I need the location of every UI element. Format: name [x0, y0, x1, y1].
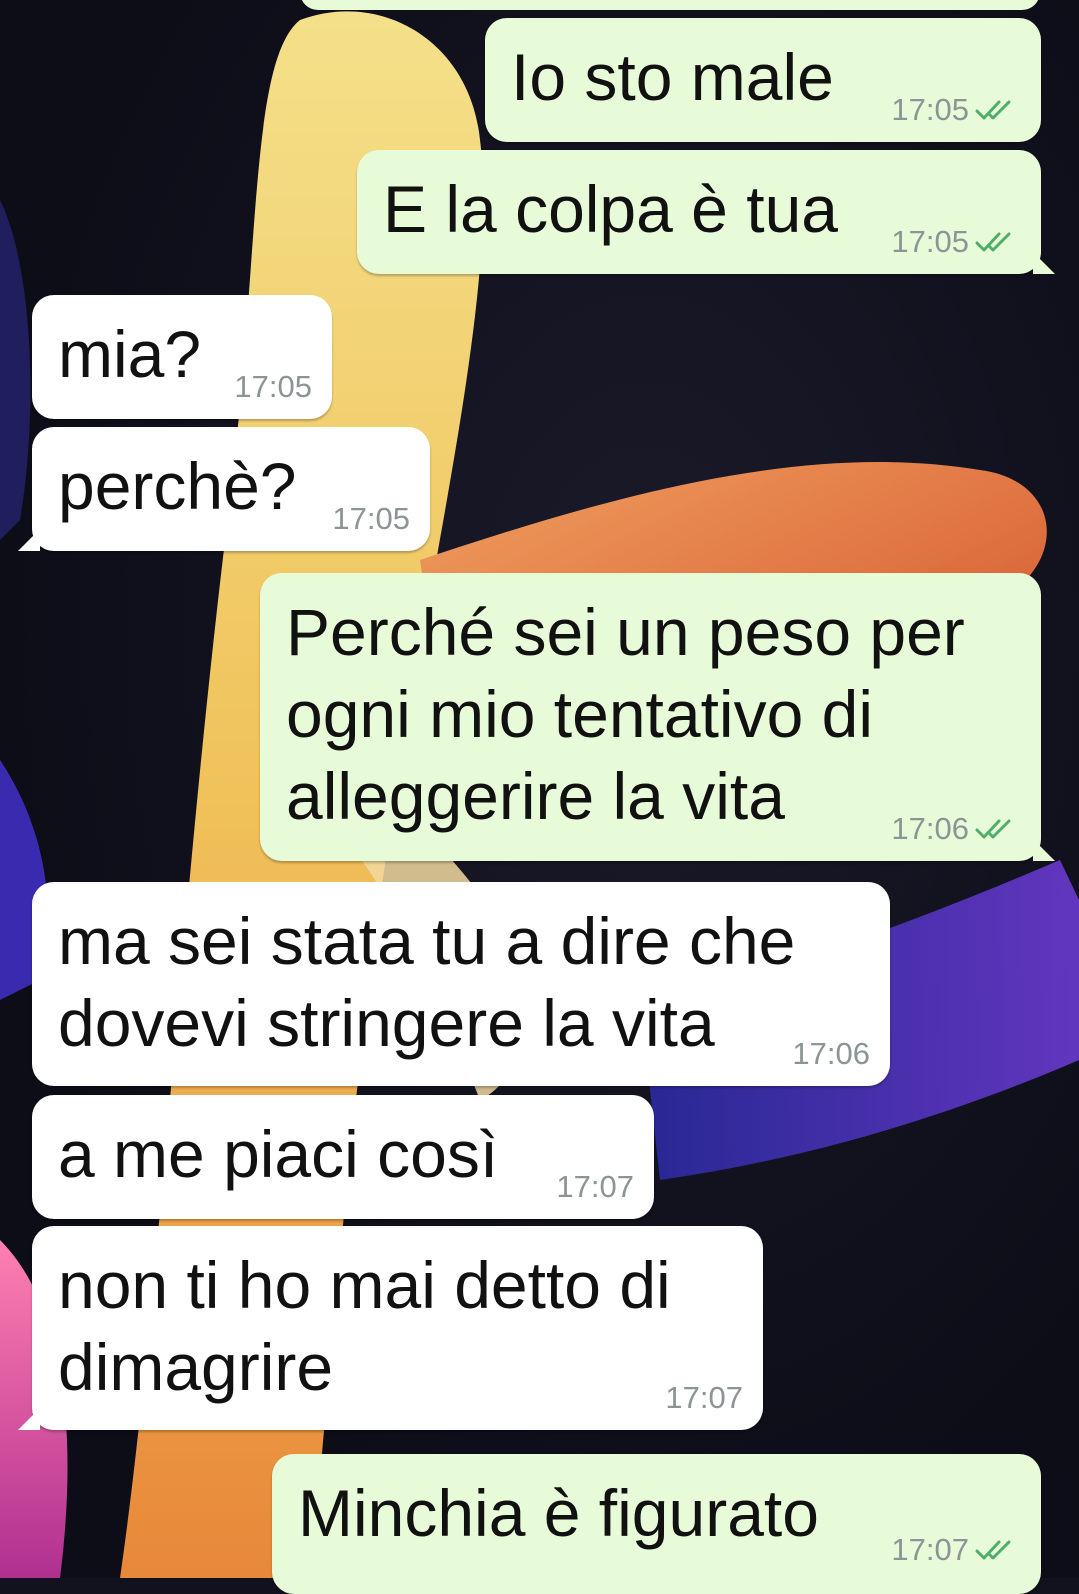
- message-text: Io sto male: [511, 40, 834, 114]
- message-text: E la colpa è tua: [383, 172, 838, 246]
- message-meta: 17:07: [556, 1169, 634, 1205]
- message-text: ma sei stata tu a dire che dovevi string…: [58, 904, 814, 1060]
- message-time: 17:06: [891, 811, 969, 846]
- double-check-icon: [975, 1540, 1011, 1560]
- double-check-icon: [975, 819, 1011, 839]
- message-text: non ti ho mai detto di dimagrire: [58, 1248, 690, 1404]
- message-text: mia?: [58, 317, 202, 391]
- message-time: 17:05: [234, 369, 312, 404]
- message-time: 17:06: [792, 1036, 870, 1071]
- previous-message-edge: [300, 0, 1040, 10]
- message-incoming[interactable]: ma sei stata tu a dire che dovevi string…: [32, 882, 890, 1086]
- message-time: 17:05: [332, 501, 410, 536]
- message-incoming[interactable]: a me piaci così 17:07: [32, 1095, 654, 1219]
- message-meta: 17:06: [792, 1036, 870, 1072]
- message-meta: 17:07: [665, 1380, 743, 1416]
- double-check-icon: [975, 100, 1011, 120]
- message-time: 17:05: [891, 224, 969, 259]
- message-time: 17:05: [891, 92, 969, 127]
- message-time: 17:07: [665, 1380, 743, 1415]
- message-outgoing[interactable]: Io sto male 17:05: [485, 18, 1041, 142]
- message-text: Perché sei un peso per ogni mio tentativ…: [286, 595, 984, 833]
- message-meta: 17:05: [234, 369, 312, 405]
- message-meta: 17:05: [332, 501, 410, 537]
- message-time: 17:07: [556, 1169, 634, 1204]
- message-meta: 17:05: [891, 92, 1021, 128]
- message-text: Minchia è figurato: [298, 1476, 819, 1550]
- message-incoming[interactable]: perchè? 17:05: [18, 427, 430, 551]
- message-meta: 17:06: [891, 811, 1021, 847]
- message-text: a me piaci così: [58, 1117, 499, 1191]
- message-outgoing[interactable]: Perché sei un peso per ogni mio tentativ…: [260, 573, 1055, 861]
- message-meta: 17:05: [891, 224, 1021, 260]
- message-text: perchè?: [58, 449, 297, 523]
- message-outgoing[interactable]: E la colpa è tua 17:05: [357, 150, 1055, 274]
- message-incoming[interactable]: mia? 17:05: [32, 295, 332, 419]
- double-check-icon: [975, 232, 1011, 252]
- message-incoming[interactable]: non ti ho mai detto di dimagrire 17:07: [18, 1226, 763, 1430]
- message-time: 17:07: [891, 1532, 969, 1567]
- message-outgoing[interactable]: Minchia è figurato 17:07: [272, 1454, 1041, 1594]
- message-meta: 17:07: [891, 1532, 1021, 1568]
